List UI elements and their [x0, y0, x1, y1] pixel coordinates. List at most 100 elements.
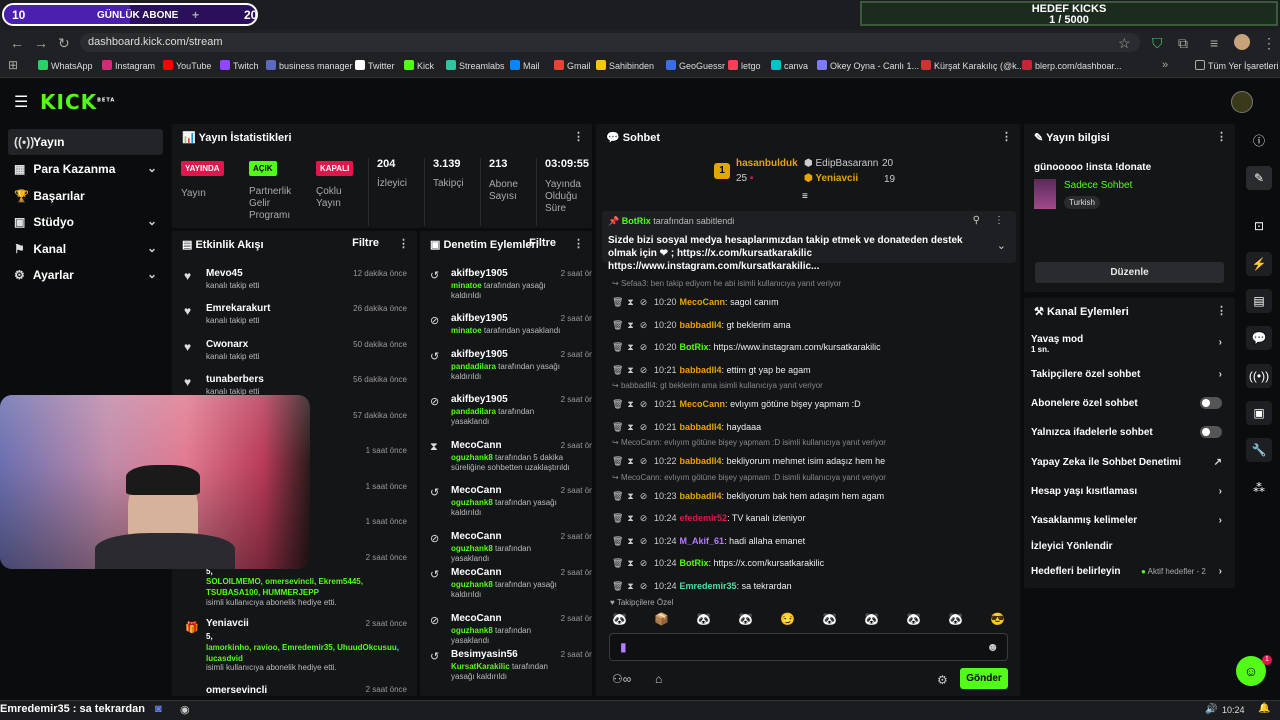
- leader2[interactable]: ⬢ EdipBasarann: [804, 158, 878, 169]
- store-icon[interactable]: ⌂: [655, 672, 662, 686]
- chat-message[interactable]: 🗑 ⧗ ⊘ 10:20 babbadll4: gt beklerim ama: [612, 320, 791, 331]
- discord-icon[interactable]: ◙: [155, 703, 162, 715]
- bookmark-item[interactable]: Okey Oyna - Canlı 1...: [817, 60, 919, 71]
- new-tab-icon[interactable]: +: [192, 8, 199, 22]
- gear-icon[interactable]: ⚙: [937, 673, 948, 687]
- list-item[interactable]: ♥ Mevo45 kanalı takip etti 12 dakika önce: [172, 268, 417, 304]
- kebab-icon[interactable]: ⋮: [1001, 130, 1012, 143]
- hourglass-icon[interactable]: ⧗: [625, 536, 636, 547]
- subs-chat-toggle[interactable]: [1200, 397, 1222, 409]
- lightning-icon[interactable]: ⚡: [1246, 252, 1272, 276]
- kebab-icon[interactable]: ⋮: [573, 130, 584, 143]
- ban-icon[interactable]: ⊘: [638, 581, 649, 592]
- bookmark-item[interactable]: Twitter: [355, 60, 395, 71]
- message-user[interactable]: M_Akif_61: [680, 536, 725, 546]
- chat-message[interactable]: 🗑 ⧗ ⊘ 10:22 babbadll4: bekliyorum mehmet isi…: [612, 456, 885, 467]
- message-user[interactable]: babbadll4: [680, 320, 722, 330]
- reply-context[interactable]: ↪ babbadll4: gt beklerim ama isimli kull…: [612, 381, 823, 390]
- chat-message[interactable]: 🗑 ⧗ ⊘ 10:24 BotRix: https://x.com/kursatkara…: [612, 558, 824, 569]
- leader3[interactable]: ⬢ Yeniavcii: [804, 173, 858, 184]
- bookmark-item[interactable]: Mail: [510, 60, 540, 71]
- followers-chat-row[interactable]: Takipçilere özel sohbet ›: [1031, 369, 1226, 380]
- ban-icon[interactable]: ⊘: [638, 320, 649, 331]
- user-avatar[interactable]: [1231, 91, 1253, 113]
- back-icon[interactable]: ←: [10, 35, 24, 51]
- kebab-icon[interactable]: ⋮: [398, 237, 409, 250]
- chat-message[interactable]: 🗑 ⧗ ⊘ 10:24 Emredemir35: sa tekrardan: [612, 581, 792, 592]
- hourglass-icon[interactable]: ⧗: [625, 365, 636, 376]
- hourglass-icon[interactable]: ⧗: [625, 558, 636, 569]
- chevron-down-icon[interactable]: ⌄: [997, 239, 1006, 252]
- volume-icon[interactable]: 🔊: [1205, 704, 1217, 715]
- chat-message[interactable]: 🗑 ⧗ ⊘ 10:23 babbadll4: bekliyorum bak hem ad…: [612, 491, 884, 502]
- message-user[interactable]: babbadll4: [680, 456, 722, 466]
- ban-icon[interactable]: ⊘: [638, 513, 649, 524]
- ai-mod-row[interactable]: Yapay Zeka ile Sohbet Denetimi ↗: [1031, 457, 1226, 468]
- all-bookmarks[interactable]: Tüm Yer İşaretleri: [1195, 60, 1279, 71]
- tag-chip[interactable]: Turkish: [1064, 196, 1100, 209]
- bookmark-item[interactable]: Instagram: [102, 60, 155, 71]
- reply-context[interactable]: ↪ MecoCann: evlıyım götüne bişey yapmam …: [612, 473, 886, 482]
- ban-icon[interactable]: ⊘: [638, 297, 649, 308]
- emote-chat-toggle[interactable]: [1200, 426, 1222, 438]
- ban-icon[interactable]: ⊘: [638, 342, 649, 353]
- ban-icon[interactable]: ⊘: [638, 365, 649, 376]
- url-field[interactable]: dashboard.kick.com/stream: [80, 33, 1140, 52]
- send-button[interactable]: Gönder: [960, 668, 1008, 689]
- browser-menu-icon[interactable]: ⋮: [1262, 35, 1276, 52]
- message-user[interactable]: babbadll4: [680, 422, 722, 432]
- bookmark-item[interactable]: blerp.com/dashboar...: [1022, 60, 1122, 71]
- redirect-row[interactable]: İzleyici Yönlendir: [1031, 541, 1226, 552]
- kebab-icon[interactable]: ⋮: [573, 237, 584, 250]
- pencil-icon[interactable]: ✎: [1246, 166, 1272, 190]
- expand-icon[interactable]: ≡: [802, 191, 808, 202]
- bookmark-item[interactable]: letgo: [728, 60, 761, 71]
- message-user[interactable]: efedemir52: [680, 513, 728, 523]
- kebab-icon[interactable]: ⋮: [1216, 130, 1227, 143]
- trash-icon[interactable]: 🗑: [612, 491, 623, 502]
- chat-input[interactable]: ▮ ☻: [609, 633, 1008, 661]
- reload-icon[interactable]: ↻: [58, 35, 70, 52]
- wrench-icon[interactable]: 🔧: [1246, 438, 1272, 462]
- message-user[interactable]: MecoCann: [680, 399, 726, 409]
- trash-icon[interactable]: 🗑: [612, 536, 623, 547]
- message-user[interactable]: BotRix: [680, 558, 709, 568]
- chat-message[interactable]: 🗑 ⧗ ⊘ 10:24 efedemir52: TV kanalı izleniyor: [612, 513, 805, 524]
- kebab-icon[interactable]: ⋮: [1216, 304, 1227, 317]
- kebab-icon[interactable]: ⋮: [994, 215, 1004, 226]
- goals-row[interactable]: Hedefleri belirleyin ● Aktif hedefler - …: [1031, 566, 1226, 577]
- list-item[interactable]: ♥ Cwonarx kanalı takip etti 50 dakika önce: [172, 339, 417, 375]
- bookmark-item[interactable]: Streamlabs: [446, 60, 505, 71]
- obs-icon[interactable]: ◉: [180, 703, 190, 716]
- profile-avatar[interactable]: [1234, 34, 1250, 50]
- trash-icon[interactable]: 🗑: [612, 297, 623, 308]
- slow-mode-row[interactable]: Yavaş mod 1 sn. ›: [1031, 334, 1226, 354]
- apps-grid-icon[interactable]: ⊞: [8, 58, 18, 72]
- trash-icon[interactable]: 🗑: [612, 320, 623, 331]
- bookmark-item[interactable]: business manager: [266, 60, 353, 71]
- hourglass-icon[interactable]: ⧗: [625, 456, 636, 467]
- message-user[interactable]: Emredemir35: [680, 581, 737, 591]
- kick-logo[interactable]: KICKBETA: [40, 90, 115, 114]
- broadcast-icon[interactable]: ((•)): [1246, 364, 1272, 388]
- banned-words-row[interactable]: Yasaklanmış kelimeler ›: [1031, 515, 1226, 526]
- chat-message[interactable]: 🗑 ⧗ ⊘ 10:21 MecoCann: evlıyım götüne bişey y…: [612, 399, 861, 410]
- hourglass-icon[interactable]: ⧗: [625, 491, 636, 502]
- trash-icon[interactable]: 🗑: [612, 558, 623, 569]
- activity-filter-button[interactable]: Filtre: [352, 237, 379, 249]
- emote-icon[interactable]: 😎: [990, 612, 1005, 626]
- ban-icon[interactable]: ⊘: [638, 399, 649, 410]
- reply-context[interactable]: ↪ Sefaa3: ben takip ediyom he abi isimli…: [612, 279, 841, 288]
- bookmark-item[interactable]: Gmail: [554, 60, 591, 71]
- extensions-icon[interactable]: ⧉: [1178, 35, 1188, 52]
- message-user[interactable]: BotRix: [680, 342, 709, 352]
- bookmark-item[interactable]: Kick: [404, 60, 434, 71]
- bookmark-item[interactable]: YouTube: [163, 60, 211, 71]
- bookmark-item[interactable]: WhatsApp: [38, 60, 93, 71]
- chat-message[interactable]: 🗑 ⧗ ⊘ 10:20 BotRix: https://www.instagram.co…: [612, 342, 881, 353]
- unpin-icon[interactable]: ⚲: [973, 215, 980, 226]
- ban-icon[interactable]: ⊘: [638, 558, 649, 569]
- trash-icon[interactable]: 🗑: [612, 456, 623, 467]
- hourglass-icon[interactable]: ⧗: [625, 297, 636, 308]
- ban-icon[interactable]: ⊘: [638, 491, 649, 502]
